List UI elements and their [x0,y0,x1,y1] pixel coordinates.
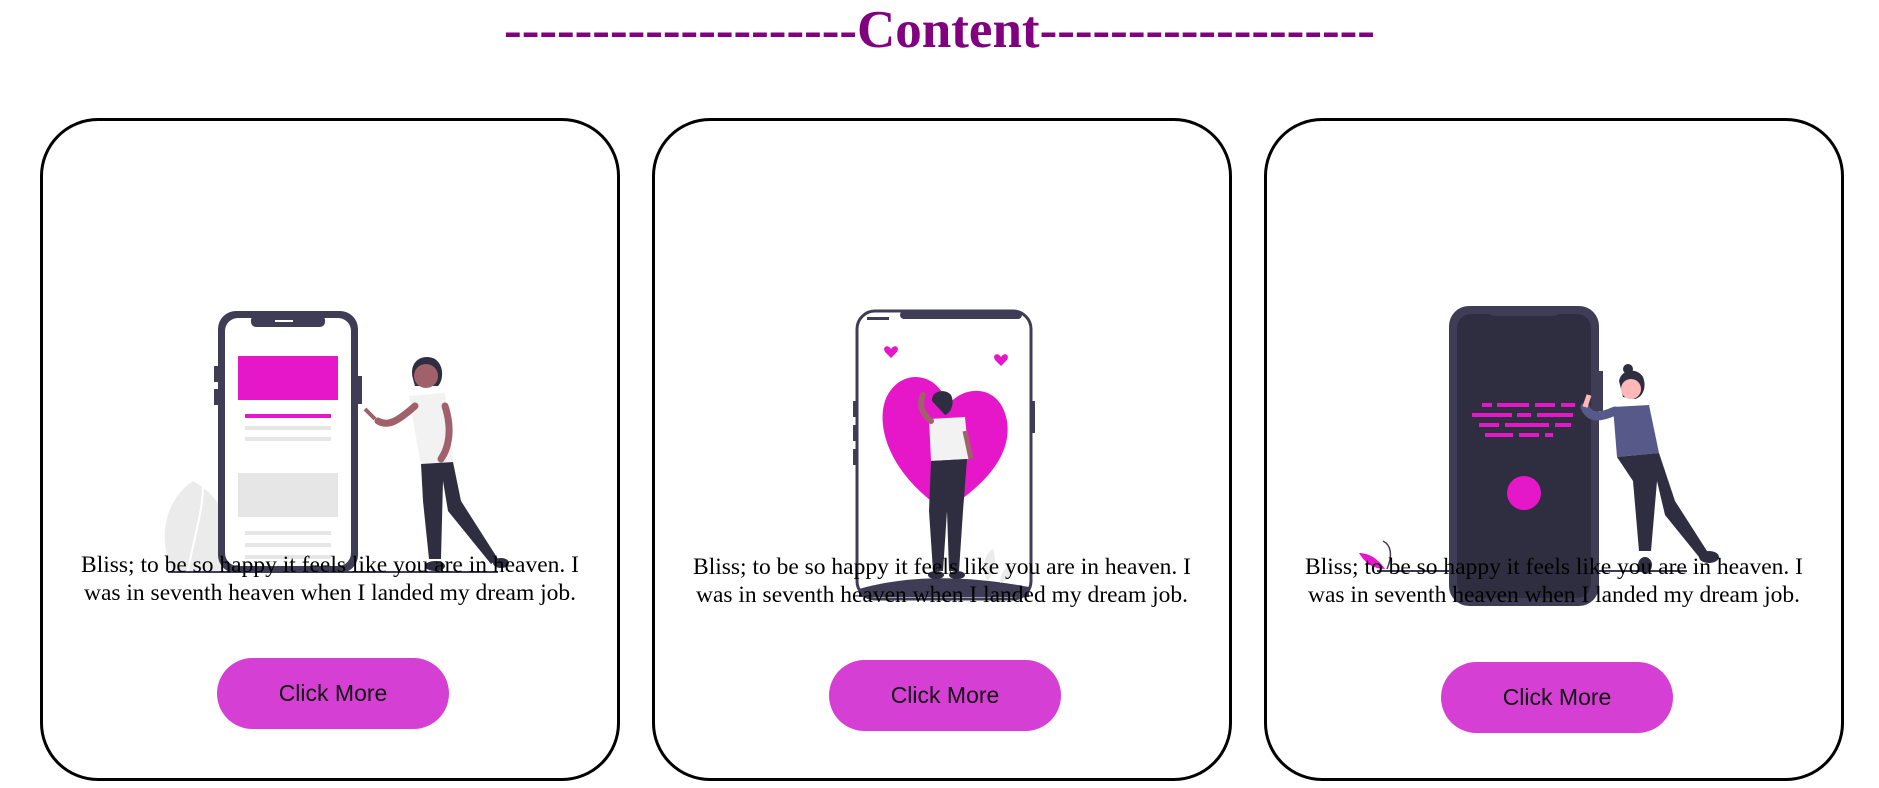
click-more-button[interactable]: Click More [217,658,449,729]
woman-beside-dark-phone-illustration [1359,306,1719,606]
card-description: Bliss; to be so happy it feels like you … [81,552,579,606]
click-more-button[interactable]: Click More [829,660,1061,731]
card-description: Bliss; to be so happy it feels like you … [693,554,1191,608]
woman-with-heart-in-phone-illustration [853,309,1035,601]
card-description: Bliss; to be so happy it feels like you … [1305,554,1803,608]
click-more-button[interactable]: Click More [1441,662,1673,733]
content-card: Bliss; to be so happy it feels like you … [40,118,620,781]
content-card: Bliss; to be so happy it feels like you … [652,118,1232,781]
page-title: --------------------Content-------------… [504,1,1375,59]
woman-tapping-phone-illustration [164,311,509,573]
content-card: Bliss; to be so happy it feels like you … [1264,118,1844,781]
